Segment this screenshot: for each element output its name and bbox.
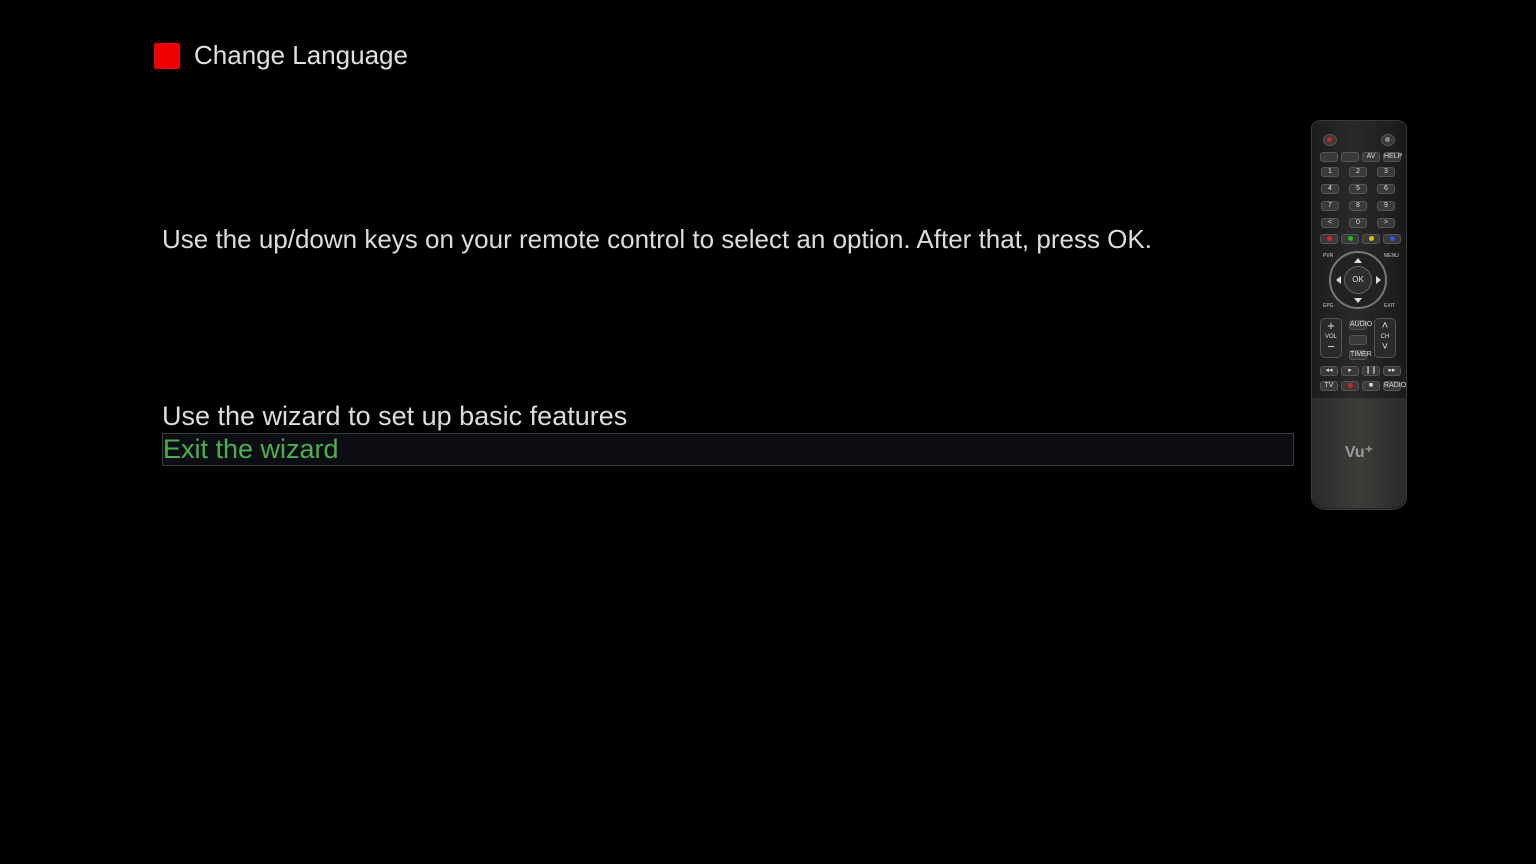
key-6: 6 [1377, 184, 1395, 194]
minus-icon: − [1327, 339, 1335, 354]
remote-control-image: AV HELP 1 2 3 4 5 6 7 8 9 < 0 > PVR MENU… [1311, 120, 1407, 510]
key-1: 1 [1321, 167, 1339, 177]
rewind-icon: ◂◂ [1320, 366, 1338, 376]
record-icon [1341, 381, 1359, 391]
stop-icon: ■ [1362, 381, 1380, 391]
yellow-color-key-icon [1362, 234, 1380, 244]
tv-key: TV [1320, 381, 1338, 391]
play-icon: ▸ [1341, 366, 1359, 376]
mute-key-icon [1349, 335, 1367, 345]
key-prev: < [1321, 218, 1339, 228]
page-title: Change Language [194, 40, 408, 70]
timer-key: TIMER [1349, 350, 1372, 360]
pause-icon: ❙❙ [1362, 366, 1380, 376]
key-8: 8 [1349, 201, 1367, 211]
left-arrow-icon [1336, 276, 1341, 284]
down-arrow-icon [1354, 298, 1362, 303]
exit-label: EXIT [1384, 303, 1396, 309]
key-7: 7 [1321, 201, 1339, 211]
up-arrow-icon [1354, 258, 1362, 263]
key-4: 4 [1321, 184, 1339, 194]
red-color-key-icon [1320, 234, 1338, 244]
audio-key: AUDIO [1349, 320, 1373, 330]
header: Change Language [154, 40, 408, 71]
key-3: 3 [1377, 167, 1395, 177]
blue-color-key-icon [1383, 234, 1401, 244]
menu-item-setup-wizard[interactable]: Use the wizard to set up basic features [162, 400, 1294, 433]
power-red-icon [1323, 134, 1337, 146]
subtitle-key-icon [1341, 152, 1359, 162]
vu-plus-logo: Vu⁺ [1344, 444, 1374, 461]
radio-key: RADIO [1383, 381, 1407, 391]
key-5: 5 [1349, 184, 1367, 194]
key-next: > [1377, 218, 1395, 228]
menu-item-exit-wizard[interactable]: Exit the wizard [162, 433, 1294, 466]
channel-rocker: ˄ CH ˅ [1374, 318, 1396, 358]
text-key-icon [1320, 152, 1338, 162]
av-key: AV [1362, 152, 1380, 162]
fast-forward-icon: ▸▸ [1383, 366, 1401, 376]
wizard-menu: Use the wizard to set up basic features … [162, 400, 1294, 466]
power-icon [1381, 134, 1395, 146]
instruction-text: Use the up/down keys on your remote cont… [162, 224, 1152, 254]
key-9: 9 [1377, 201, 1395, 211]
menu-label: MENU [1384, 253, 1399, 259]
key-2: 2 [1349, 167, 1367, 177]
ok-key: OK [1344, 266, 1372, 294]
epg-label: EPG [1323, 303, 1334, 309]
red-key-icon [154, 42, 180, 69]
ch-label: CH [1380, 334, 1390, 340]
right-arrow-icon [1376, 276, 1381, 284]
plus-icon: + [1327, 318, 1335, 333]
key-0: 0 [1349, 218, 1367, 228]
pvr-label: PVR [1323, 253, 1334, 259]
volume-rocker: + VOL − [1320, 318, 1342, 358]
chevron-down-icon: ˅ [1381, 341, 1389, 353]
chevron-up-icon: ˄ [1381, 320, 1389, 332]
green-color-key-icon [1341, 234, 1359, 244]
help-key: HELP [1383, 152, 1403, 162]
